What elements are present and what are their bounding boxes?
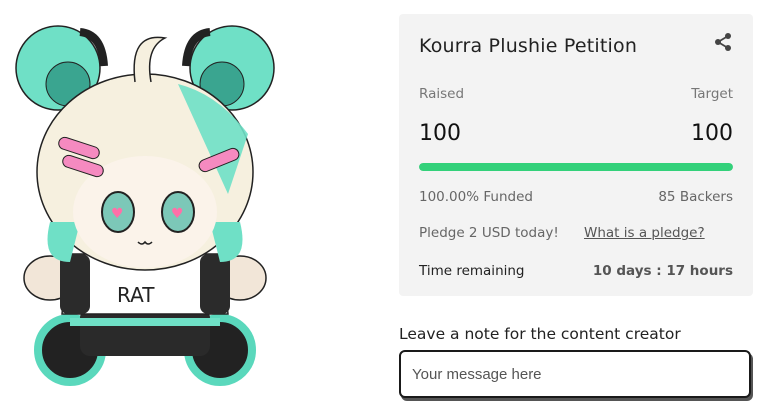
raised-label: Raised [419,86,465,102]
raised-value: 100 [419,121,461,146]
funding-progress-fill [419,163,733,171]
time-remaining-label: Time remaining [419,263,525,279]
target-value: 100 [691,121,733,146]
share-icon[interactable] [713,32,733,52]
plushie-product-image: RAT ♥ ♥ [15,25,275,386]
svg-text:♥: ♥ [171,206,184,222]
pledge-text: Pledge 2 USD today! [419,225,559,241]
funded-percent: 100.00% Funded [419,189,533,205]
campaign-title: Kourra Plushie Petition [419,35,638,57]
funding-progress-bar [419,163,733,171]
campaign-card: Kourra Plushie Petition Raised Target 10… [399,14,753,296]
note-label: Leave a note for the content creator [399,325,681,343]
what-is-a-pledge-link[interactable]: What is a pledge? [584,225,705,241]
shirt-text: RAT [117,283,155,307]
svg-text:♥: ♥ [111,206,124,222]
backers-count: 85 Backers [658,189,733,205]
note-input[interactable] [399,350,751,398]
time-remaining-value: 10 days : 17 hours [592,263,733,279]
target-label: Target [691,86,733,102]
